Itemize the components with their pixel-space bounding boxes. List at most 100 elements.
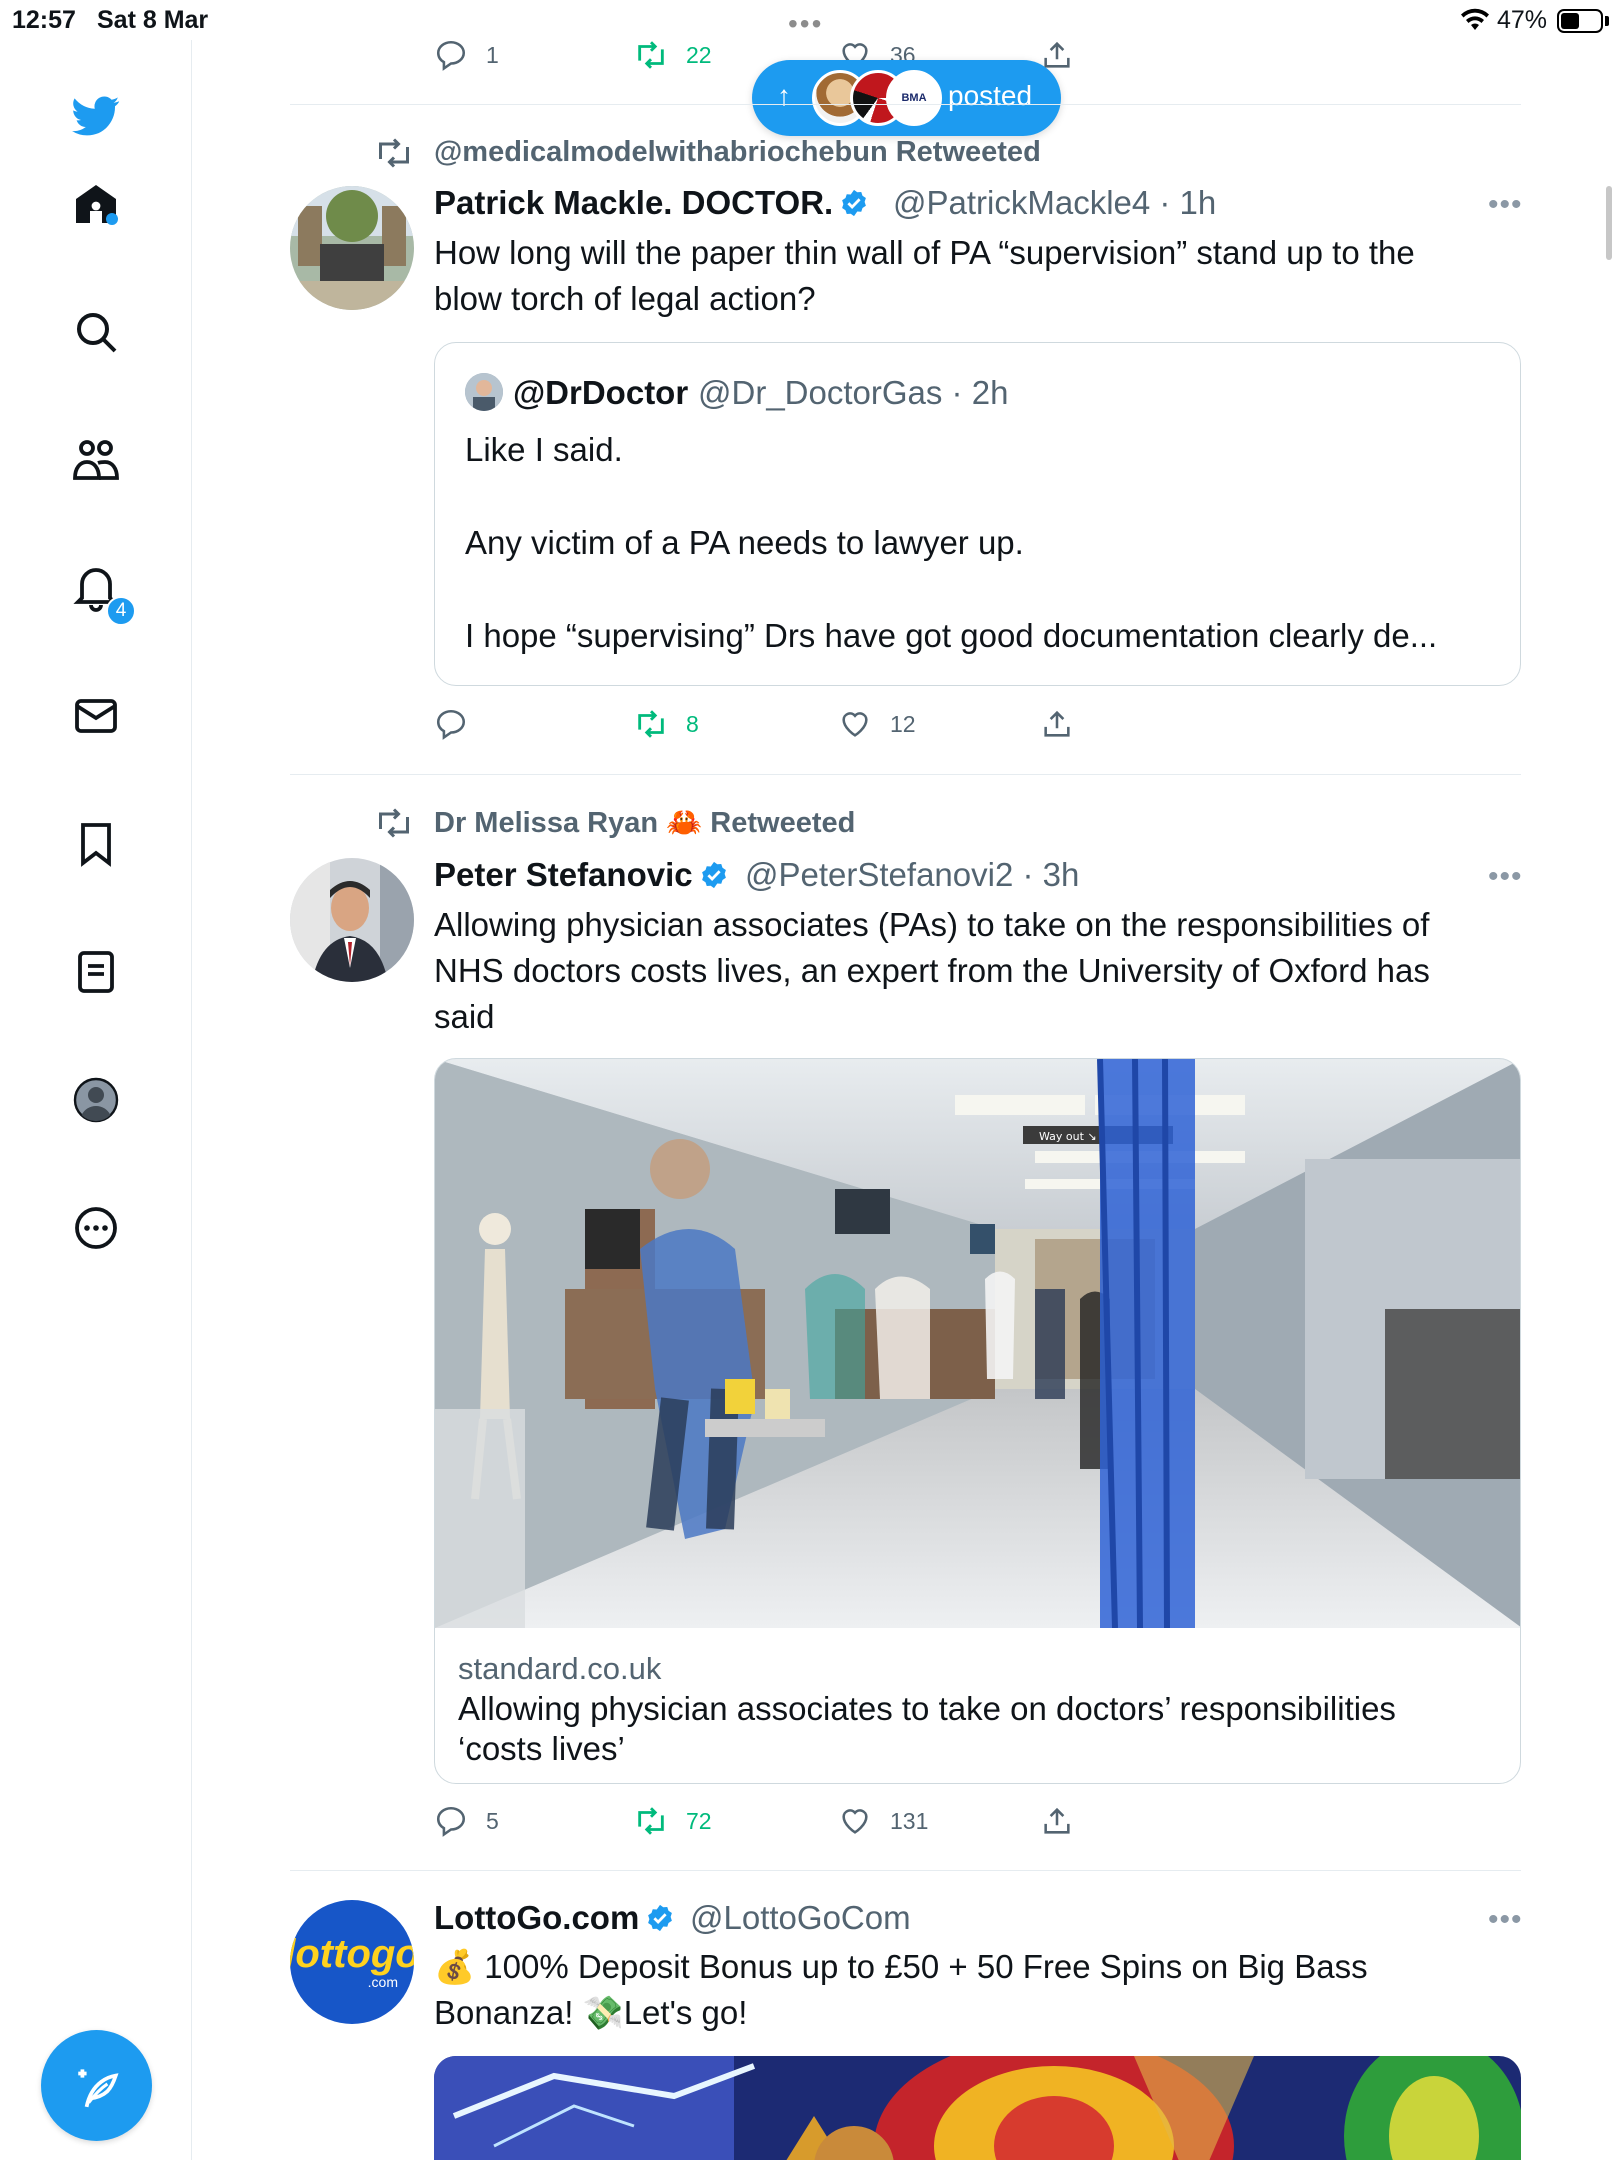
retweet-action[interactable]: 8 <box>634 707 699 741</box>
scroll-indicator[interactable] <box>1606 186 1612 260</box>
quoted-author-name[interactable]: @DrDoctor <box>513 374 688 412</box>
battery-tip <box>1605 16 1609 26</box>
tweet-divider <box>290 774 1521 775</box>
multitasking-dots-icon[interactable]: ••• <box>788 8 823 40</box>
messages-envelope-icon[interactable] <box>68 688 124 744</box>
status-bar: 12:57 Sat 8 Mar ••• 47% <box>0 0 1620 40</box>
retweet-icon <box>638 1807 664 1835</box>
verified-badge-icon <box>701 861 726 889</box>
reply-action[interactable]: 5 <box>434 1804 499 1838</box>
reply-count: 1 <box>486 41 499 68</box>
card-title-line: ‘costs lives’ <box>458 1730 625 1767</box>
arrow-up-icon: ↑ <box>777 80 791 111</box>
share-action[interactable] <box>1040 707 1092 741</box>
author-name[interactable]: LottoGo.com <box>434 1899 675 1937</box>
tweet-text-line: How long will the paper thin wall of PA … <box>434 234 1415 271</box>
tweet-text: How long will the paper thin wall of PA … <box>434 230 1415 322</box>
battery-icon <box>1557 9 1603 33</box>
posted-avatar-3: BMA <box>886 70 942 126</box>
logo-subtext: .com <box>367 1974 398 1990</box>
tweet-text-line: NHS doctors costs lives, an expert from … <box>434 952 1430 989</box>
new-posts-label: posted <box>948 80 1033 111</box>
tweet-text-line: 💰 100% Deposit Bonus up to £50 + 50 Free… <box>434 1948 1368 1985</box>
home-unread-dot <box>106 213 118 225</box>
tweet-text-line: Bonanza! 💸Let's go! <box>434 1994 748 2031</box>
author-name-text: LottoGo.com <box>434 1899 640 1936</box>
author-name[interactable]: Patrick Mackle. DOCTOR. <box>434 184 869 222</box>
new-posts-pill[interactable]: ↑ BMA posted <box>752 60 1061 136</box>
avatar-patrick-mackle[interactable] <box>290 186 414 310</box>
tweet-text: 💰 100% Deposit Bonus up to £50 + 50 Free… <box>434 1944 1368 2036</box>
like-count: 12 <box>890 710 916 737</box>
retweet-count: 8 <box>686 710 699 737</box>
battery-percent: 47% <box>1497 6 1548 34</box>
tweet-text-line: Allowing physician associates (PAs) to t… <box>434 906 1430 943</box>
card-title[interactable]: Allowing physician associates to take on… <box>458 1689 1498 1769</box>
author-name[interactable]: Peter Stefanovic <box>434 856 729 894</box>
battery-level <box>1561 13 1579 29</box>
tweet-divider <box>290 104 1521 105</box>
author-handle[interactable]: @LottoGoCom <box>690 1899 911 1937</box>
avatar-lottogo-logo[interactable]: lottogo .com <box>290 1900 414 2024</box>
author-handle[interactable]: @PeterStefanovi2 · 3h <box>745 856 1079 894</box>
heart-icon <box>842 712 868 737</box>
bookmarks-icon[interactable] <box>68 816 124 872</box>
search-icon[interactable] <box>68 304 124 360</box>
retweet-count: 72 <box>686 1807 712 1834</box>
reply-icon <box>436 1806 466 1837</box>
compose-tweet-button[interactable] <box>41 2030 152 2141</box>
clock: 12:57 <box>12 6 76 34</box>
tweet-text-line: said <box>434 998 495 1035</box>
retweet-action[interactable]: 22 <box>634 38 712 72</box>
way-out-sign: Way out ↘ <box>1039 1130 1097 1143</box>
retweet-icon <box>638 710 664 738</box>
avatar-peter-stefanovic[interactable] <box>290 858 414 982</box>
retweet-action[interactable]: 72 <box>634 1804 712 1838</box>
tweet-more-icon[interactable]: ••• <box>1488 188 1523 222</box>
share-action[interactable] <box>1040 38 1092 72</box>
profile-avatar-icon[interactable] <box>68 1072 124 1128</box>
more-circle-icon[interactable] <box>68 1200 124 1256</box>
retweet-icon <box>638 41 664 69</box>
link-card[interactable]: Way out ↘ standard.co.uk Allowing physic… <box>434 1058 1521 1784</box>
reply-icon <box>436 709 466 740</box>
verified-badge-icon <box>842 189 867 217</box>
author-handle[interactable]: @PatrickMackle4 · 1h <box>893 184 1216 222</box>
hospital-ward-image[interactable]: Way out ↘ <box>435 1059 1520 1628</box>
promo-image[interactable] <box>434 2056 1521 2160</box>
lists-icon[interactable] <box>68 944 124 1000</box>
quoted-text-line: Any victim of a PA needs to lawyer up. <box>465 524 1024 561</box>
twitter-logo-icon[interactable] <box>68 88 124 144</box>
like-action[interactable]: 131 <box>838 1804 928 1838</box>
share-icon <box>1044 710 1070 737</box>
wifi-icon <box>1461 8 1489 30</box>
tweet-divider <box>290 1870 1521 1871</box>
tweet-more-icon[interactable]: ••• <box>1488 1903 1523 1937</box>
reply-icon <box>436 40 466 71</box>
tweet-more-icon[interactable]: ••• <box>1488 860 1523 894</box>
date: Sat 8 Mar <box>97 6 209 34</box>
retweeted-by-label[interactable]: @medicalmodelwithabriochebun Retweeted <box>434 136 1041 169</box>
retweeter-name: Dr Melissa Ryan <box>434 807 659 839</box>
quoted-avatar[interactable] <box>465 373 503 411</box>
quoted-author-handle[interactable]: @Dr_DoctorGas · 2h <box>698 374 1008 412</box>
card-domain[interactable]: standard.co.uk <box>458 1651 661 1687</box>
quoted-text-line: Like I said. <box>465 431 623 468</box>
communities-icon[interactable] <box>68 432 124 488</box>
card-title-line: Allowing physician associates to take on… <box>458 1690 1396 1727</box>
tweet-text: Allowing physician associates (PAs) to t… <box>434 902 1430 1040</box>
retweeted-label: Retweeted <box>710 807 856 839</box>
author-name-text: Peter Stefanovic <box>434 856 693 893</box>
reply-action[interactable] <box>434 707 486 741</box>
compose-feather-icon <box>77 2068 119 2107</box>
like-count: 131 <box>890 1807 929 1834</box>
crab-emoji: 🦀 <box>666 807 703 839</box>
like-action[interactable]: 12 <box>838 707 916 741</box>
avatar-badge-text: BMA <box>901 92 927 104</box>
reply-action[interactable]: 1 <box>434 38 499 72</box>
logo-text: lottogo <box>290 1932 414 1976</box>
share-action[interactable] <box>1040 1804 1092 1838</box>
quoted-tweet[interactable]: @DrDoctor @Dr_DoctorGas · 2h Like I said… <box>434 342 1521 686</box>
retweeted-by-label[interactable]: Dr Melissa Ryan 🦀 Retweeted <box>434 806 855 840</box>
retweeted-icon <box>379 138 409 168</box>
